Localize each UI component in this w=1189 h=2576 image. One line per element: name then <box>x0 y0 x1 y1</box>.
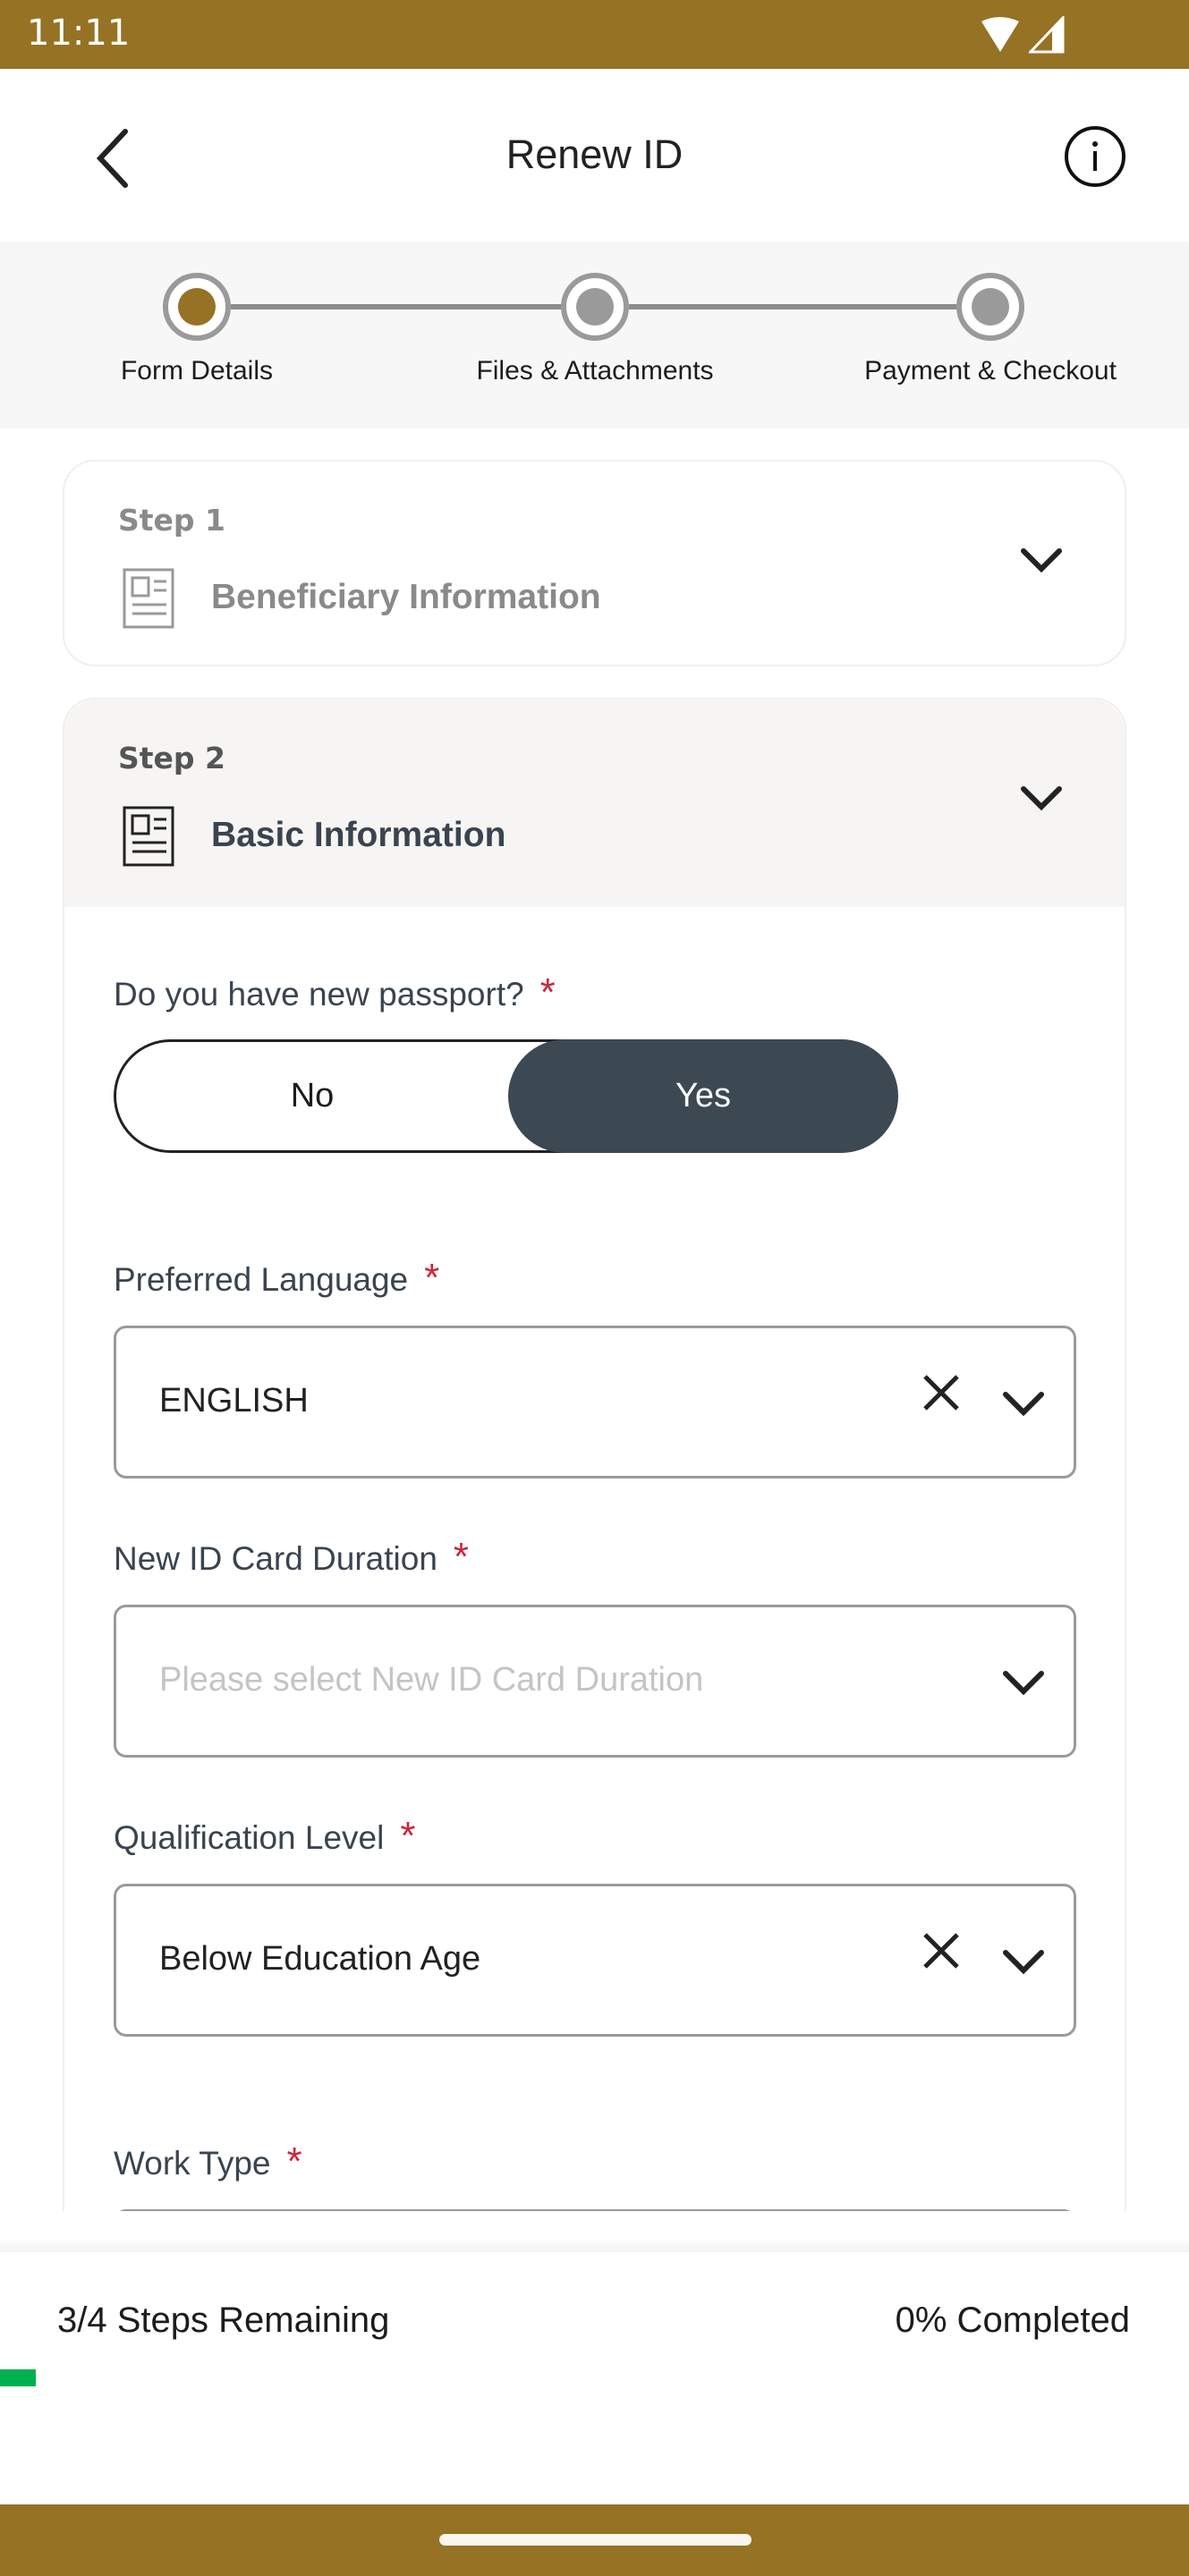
document-icon <box>123 568 174 629</box>
section-beneficiary-information[interactable]: Step 1 Beneficiary Information <box>63 460 1126 666</box>
chevron-down-icon[interactable] <box>1002 1949 1045 1976</box>
section-step: Step 2 <box>118 741 225 775</box>
chevron-down-icon[interactable] <box>1020 547 1063 574</box>
step-label: Payment & Checkout <box>864 356 1117 386</box>
home-handle[interactable] <box>439 2534 752 2546</box>
clear-icon[interactable] <box>921 1373 961 1412</box>
required-marker: * <box>539 970 556 1014</box>
footer-shadow <box>0 2238 1189 2252</box>
required-marker: * <box>424 1256 440 1300</box>
clear-icon[interactable] <box>921 1931 961 1970</box>
step-label: Form Details <box>120 356 274 386</box>
app-header: Renew ID <box>0 69 1189 242</box>
step-indicator-form-details[interactable] <box>163 273 231 341</box>
step-label: Files & Attachments <box>476 356 714 386</box>
document-icon <box>123 806 174 867</box>
work-type-label: Work Type * <box>114 2140 302 2184</box>
section-title: Beneficiary Information <box>211 578 601 616</box>
completion-percent: 0% Completed <box>895 2301 1130 2340</box>
section-header[interactable] <box>64 699 1125 907</box>
steps-remaining: 3/4 Steps Remaining <box>57 2301 390 2340</box>
qualification-value: Below Education Age <box>159 1940 481 1978</box>
stepper-connector <box>629 304 956 309</box>
required-marker: * <box>286 2140 302 2183</box>
qualification-label: Qualification Level * <box>114 1814 415 1859</box>
info-button[interactable] <box>1063 124 1127 189</box>
chevron-down-icon[interactable] <box>1002 1391 1045 1418</box>
language-value: ENGLISH <box>159 1382 309 1419</box>
label-text: Do you have new passport? <box>114 976 524 1013</box>
label-text: Work Type <box>114 2145 271 2182</box>
label-text: Preferred Language <box>114 1261 409 1298</box>
language-select[interactable]: ENGLISH <box>114 1326 1076 1479</box>
toggle-option-yes[interactable]: Yes <box>508 1039 898 1153</box>
duration-label: New ID Card Duration * <box>114 1535 469 1580</box>
status-time: 11:11 <box>27 13 131 54</box>
progress-stepper: Form Details Files & Attachments Payment… <box>0 242 1189 428</box>
chevron-down-icon[interactable] <box>1002 1670 1045 1697</box>
toggle-option-no[interactable]: No <box>116 1042 508 1150</box>
step-indicator-files[interactable] <box>561 273 629 341</box>
passport-label: Do you have new passport? * <box>114 970 556 1015</box>
required-marker: * <box>400 1814 416 1858</box>
required-marker: * <box>453 1535 470 1579</box>
label-text: New ID Card Duration <box>114 1540 437 1577</box>
stepper-connector <box>231 304 562 309</box>
page-title: Renew ID <box>505 131 684 177</box>
status-bar: 11:11 <box>0 0 1189 69</box>
section-title: Basic Information <box>211 816 506 854</box>
step-indicator-payment[interactable] <box>956 273 1024 341</box>
duration-select[interactable]: Please select New ID Card Duration <box>114 1605 1076 1758</box>
section-step: Step 1 <box>118 503 225 538</box>
qualification-select[interactable]: Below Education Age <box>114 1884 1076 2037</box>
duration-placeholder: Please select New ID Card Duration <box>159 1661 704 1699</box>
signal-icon <box>1029 16 1065 54</box>
passport-toggle[interactable]: No Yes <box>114 1039 898 1153</box>
navigation-bar <box>0 2504 1189 2576</box>
language-label: Preferred Language * <box>114 1256 439 1301</box>
progress-bar-fill <box>0 2369 36 2386</box>
label-text: Qualification Level <box>114 1819 385 1856</box>
chevron-down-icon[interactable] <box>1020 785 1063 812</box>
